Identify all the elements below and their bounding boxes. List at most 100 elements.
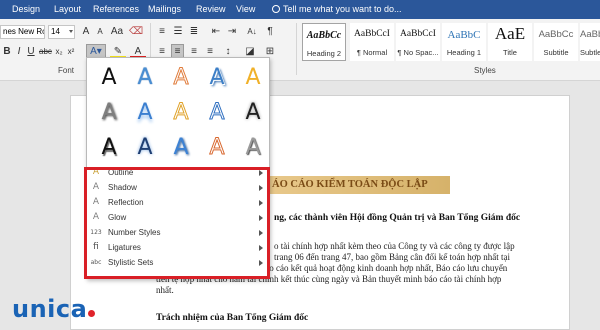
style-name: Heading 2 xyxy=(306,49,342,58)
glow-icon: A xyxy=(92,212,100,222)
text-effect-swatch[interactable]: A xyxy=(163,95,199,131)
text-effect-swatch[interactable]: A xyxy=(199,130,235,166)
menu-item-label: Number Styles xyxy=(108,228,161,237)
chevron-down-icon xyxy=(69,30,73,33)
tell-me-box[interactable]: Tell me what you want to do... xyxy=(272,4,402,14)
document-heading: Trách nhiệm của Ban Tổng Giám đốc xyxy=(156,313,309,323)
change-case-icon[interactable]: Aa xyxy=(110,25,124,39)
chevron-right-icon xyxy=(259,260,263,266)
italic-icon[interactable]: I xyxy=(14,45,24,59)
menu-item-label: Reflection xyxy=(108,198,144,207)
style-preview: AaBbC xyxy=(447,29,481,41)
group-label-font: Font xyxy=(58,66,75,75)
text-effect-swatch[interactable]: A xyxy=(91,95,127,131)
style-preview: AaBbCcI xyxy=(354,29,390,39)
show-marks-icon[interactable]: ¶ xyxy=(264,25,276,39)
menu-item-ligatures[interactable]: fi Ligatures xyxy=(87,240,269,255)
text-effect-swatch[interactable]: A xyxy=(127,60,163,96)
grow-font-icon[interactable]: A xyxy=(80,25,92,39)
styles-gallery: AaBbCc Heading 2 AaBbCcI ¶ Normal AaBbCc… xyxy=(300,19,600,64)
document-text-line: nhất. xyxy=(156,285,174,295)
align-center-icon[interactable]: ≡ xyxy=(171,44,184,58)
ribbon-tab-bar: Design Layout References Mailings Review… xyxy=(0,0,600,19)
tab-view[interactable]: View xyxy=(236,4,255,14)
menu-item-label: Glow xyxy=(108,213,127,222)
text-effect-swatch[interactable]: A xyxy=(127,130,163,166)
chevron-right-icon xyxy=(259,230,263,236)
font-size-value: 14 xyxy=(51,27,60,36)
text-effect-swatch[interactable]: A xyxy=(127,95,163,131)
unica-logo: unica xyxy=(12,295,96,323)
style-name: Subtitle xyxy=(543,48,569,57)
strikethrough-icon[interactable]: abc xyxy=(39,45,52,59)
text-effect-swatch[interactable]: A xyxy=(199,60,235,96)
style-name: Subtle xyxy=(580,48,600,57)
text-effect-swatch[interactable]: A xyxy=(163,60,199,96)
underline-icon[interactable]: U xyxy=(26,45,36,59)
text-effect-swatch[interactable]: A xyxy=(199,95,235,131)
stylistic-sets-icon: abc xyxy=(90,259,102,266)
lightbulb-icon xyxy=(272,5,280,13)
style-name: Title xyxy=(503,48,517,57)
menu-item-stylistic-sets[interactable]: abc Stylistic Sets xyxy=(87,255,269,270)
document-text-line: trang 06 đến trang 47, bao gồm Bảng cân … xyxy=(274,252,510,262)
style-no-spacing[interactable]: AaBbCcI ¶ No Spac... xyxy=(396,23,440,61)
bold-icon[interactable]: B xyxy=(2,45,12,59)
style-preview: AaBbCc xyxy=(538,29,574,40)
bullets-icon[interactable]: ≡ xyxy=(156,25,168,39)
menu-item-glow[interactable]: A Glow xyxy=(87,210,269,225)
tab-references[interactable]: References xyxy=(93,4,139,14)
subscript-icon[interactable]: x₂ xyxy=(54,45,64,59)
document-title: ÁO CÁO KIỂM TOÁN ĐỘC LẬP xyxy=(270,176,450,194)
document-bold-line: ng, các thành viên Hội đồng Quản trị và … xyxy=(274,213,521,223)
style-title[interactable]: AaE Title xyxy=(488,23,532,61)
font-name-box[interactable]: nes New Ro xyxy=(0,25,45,39)
chevron-right-icon xyxy=(259,170,263,176)
menu-item-outline[interactable]: A Outline xyxy=(87,165,269,180)
reflection-icon: A xyxy=(92,197,100,207)
tab-design[interactable]: Design xyxy=(12,4,40,14)
style-heading-2[interactable]: AaBbCc Heading 2 xyxy=(302,23,346,61)
menu-item-label: Outline xyxy=(108,168,134,177)
ligatures-icon: fi xyxy=(93,242,99,252)
multilevel-list-icon[interactable]: ≣ xyxy=(188,25,200,39)
document-text-line: o tài chính hợp nhất kèm theo của Công t… xyxy=(274,241,515,251)
text-effects-button[interactable]: A▾ xyxy=(86,44,106,58)
menu-item-label: Shadow xyxy=(108,183,137,192)
style-preview: AaE xyxy=(494,24,526,43)
decrease-indent-icon[interactable]: ⇤ xyxy=(210,25,222,39)
style-preview: AaBbCcI xyxy=(400,29,436,39)
style-normal[interactable]: AaBbCcI ¶ Normal xyxy=(350,23,394,61)
menu-item-shadow[interactable]: A Shadow xyxy=(87,180,269,195)
font-size-box[interactable]: 14 xyxy=(48,25,75,39)
tab-review[interactable]: Review xyxy=(196,4,226,14)
text-effect-swatch[interactable]: A xyxy=(163,130,199,166)
clear-formatting-icon[interactable]: ⌫ xyxy=(129,25,143,39)
group-label-styles: Styles xyxy=(474,66,496,75)
style-heading-1[interactable]: AaBbC Heading 1 xyxy=(442,23,486,61)
text-effects-menu: AAAAAAAAAAAAAAA A Outline A Shadow A Reflec… xyxy=(86,57,270,279)
text-effect-swatch[interactable]: A xyxy=(91,60,127,96)
tab-mailings[interactable]: Mailings xyxy=(148,4,181,14)
text-effect-swatch[interactable]: A xyxy=(235,60,271,96)
style-subtitle[interactable]: AaBbCc Subtitle xyxy=(534,23,578,61)
text-effect-swatch[interactable]: A xyxy=(235,95,271,131)
style-preview: AaBbCcL xyxy=(580,29,600,40)
tab-layout[interactable]: Layout xyxy=(54,4,81,14)
menu-item-reflection[interactable]: A Reflection xyxy=(87,195,269,210)
menu-item-number-styles[interactable]: 123 Number Styles xyxy=(87,225,269,240)
style-name: ¶ Normal xyxy=(356,48,388,57)
superscript-icon[interactable]: x² xyxy=(66,45,76,59)
text-effect-swatch[interactable]: A xyxy=(91,130,127,166)
number-styles-icon: 123 xyxy=(90,229,102,236)
increase-indent-icon[interactable]: ⇥ xyxy=(226,25,238,39)
sort-icon[interactable]: A↓ xyxy=(246,25,258,39)
style-subtle[interactable]: AaBbCcL Subtle xyxy=(580,23,600,61)
outline-icon: A xyxy=(92,167,100,177)
menu-item-label: Stylistic Sets xyxy=(108,258,154,267)
text-effect-swatch[interactable]: A xyxy=(235,130,271,166)
numbering-icon[interactable]: ☰ xyxy=(172,25,184,39)
menu-item-label: Ligatures xyxy=(108,243,141,252)
shrink-font-icon[interactable]: A xyxy=(94,25,106,39)
chevron-right-icon xyxy=(259,245,263,251)
